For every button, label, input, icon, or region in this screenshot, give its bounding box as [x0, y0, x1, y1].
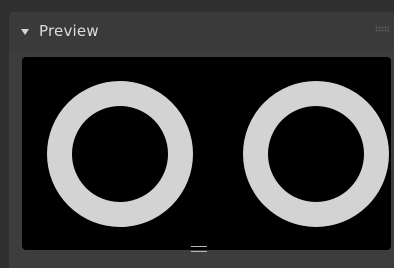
panel-title: Preview	[39, 22, 99, 40]
preview-canvas	[22, 57, 391, 250]
triangle-down-icon[interactable]	[21, 28, 29, 35]
preview-panel-header[interactable]: Preview	[9, 12, 394, 50]
resize-handle-icon[interactable]	[191, 246, 207, 252]
preview-panel: Preview	[9, 12, 394, 268]
drag-grip-icon[interactable]	[375, 26, 389, 32]
preview-ring-left	[47, 81, 193, 227]
preview-ring-right	[243, 81, 389, 227]
